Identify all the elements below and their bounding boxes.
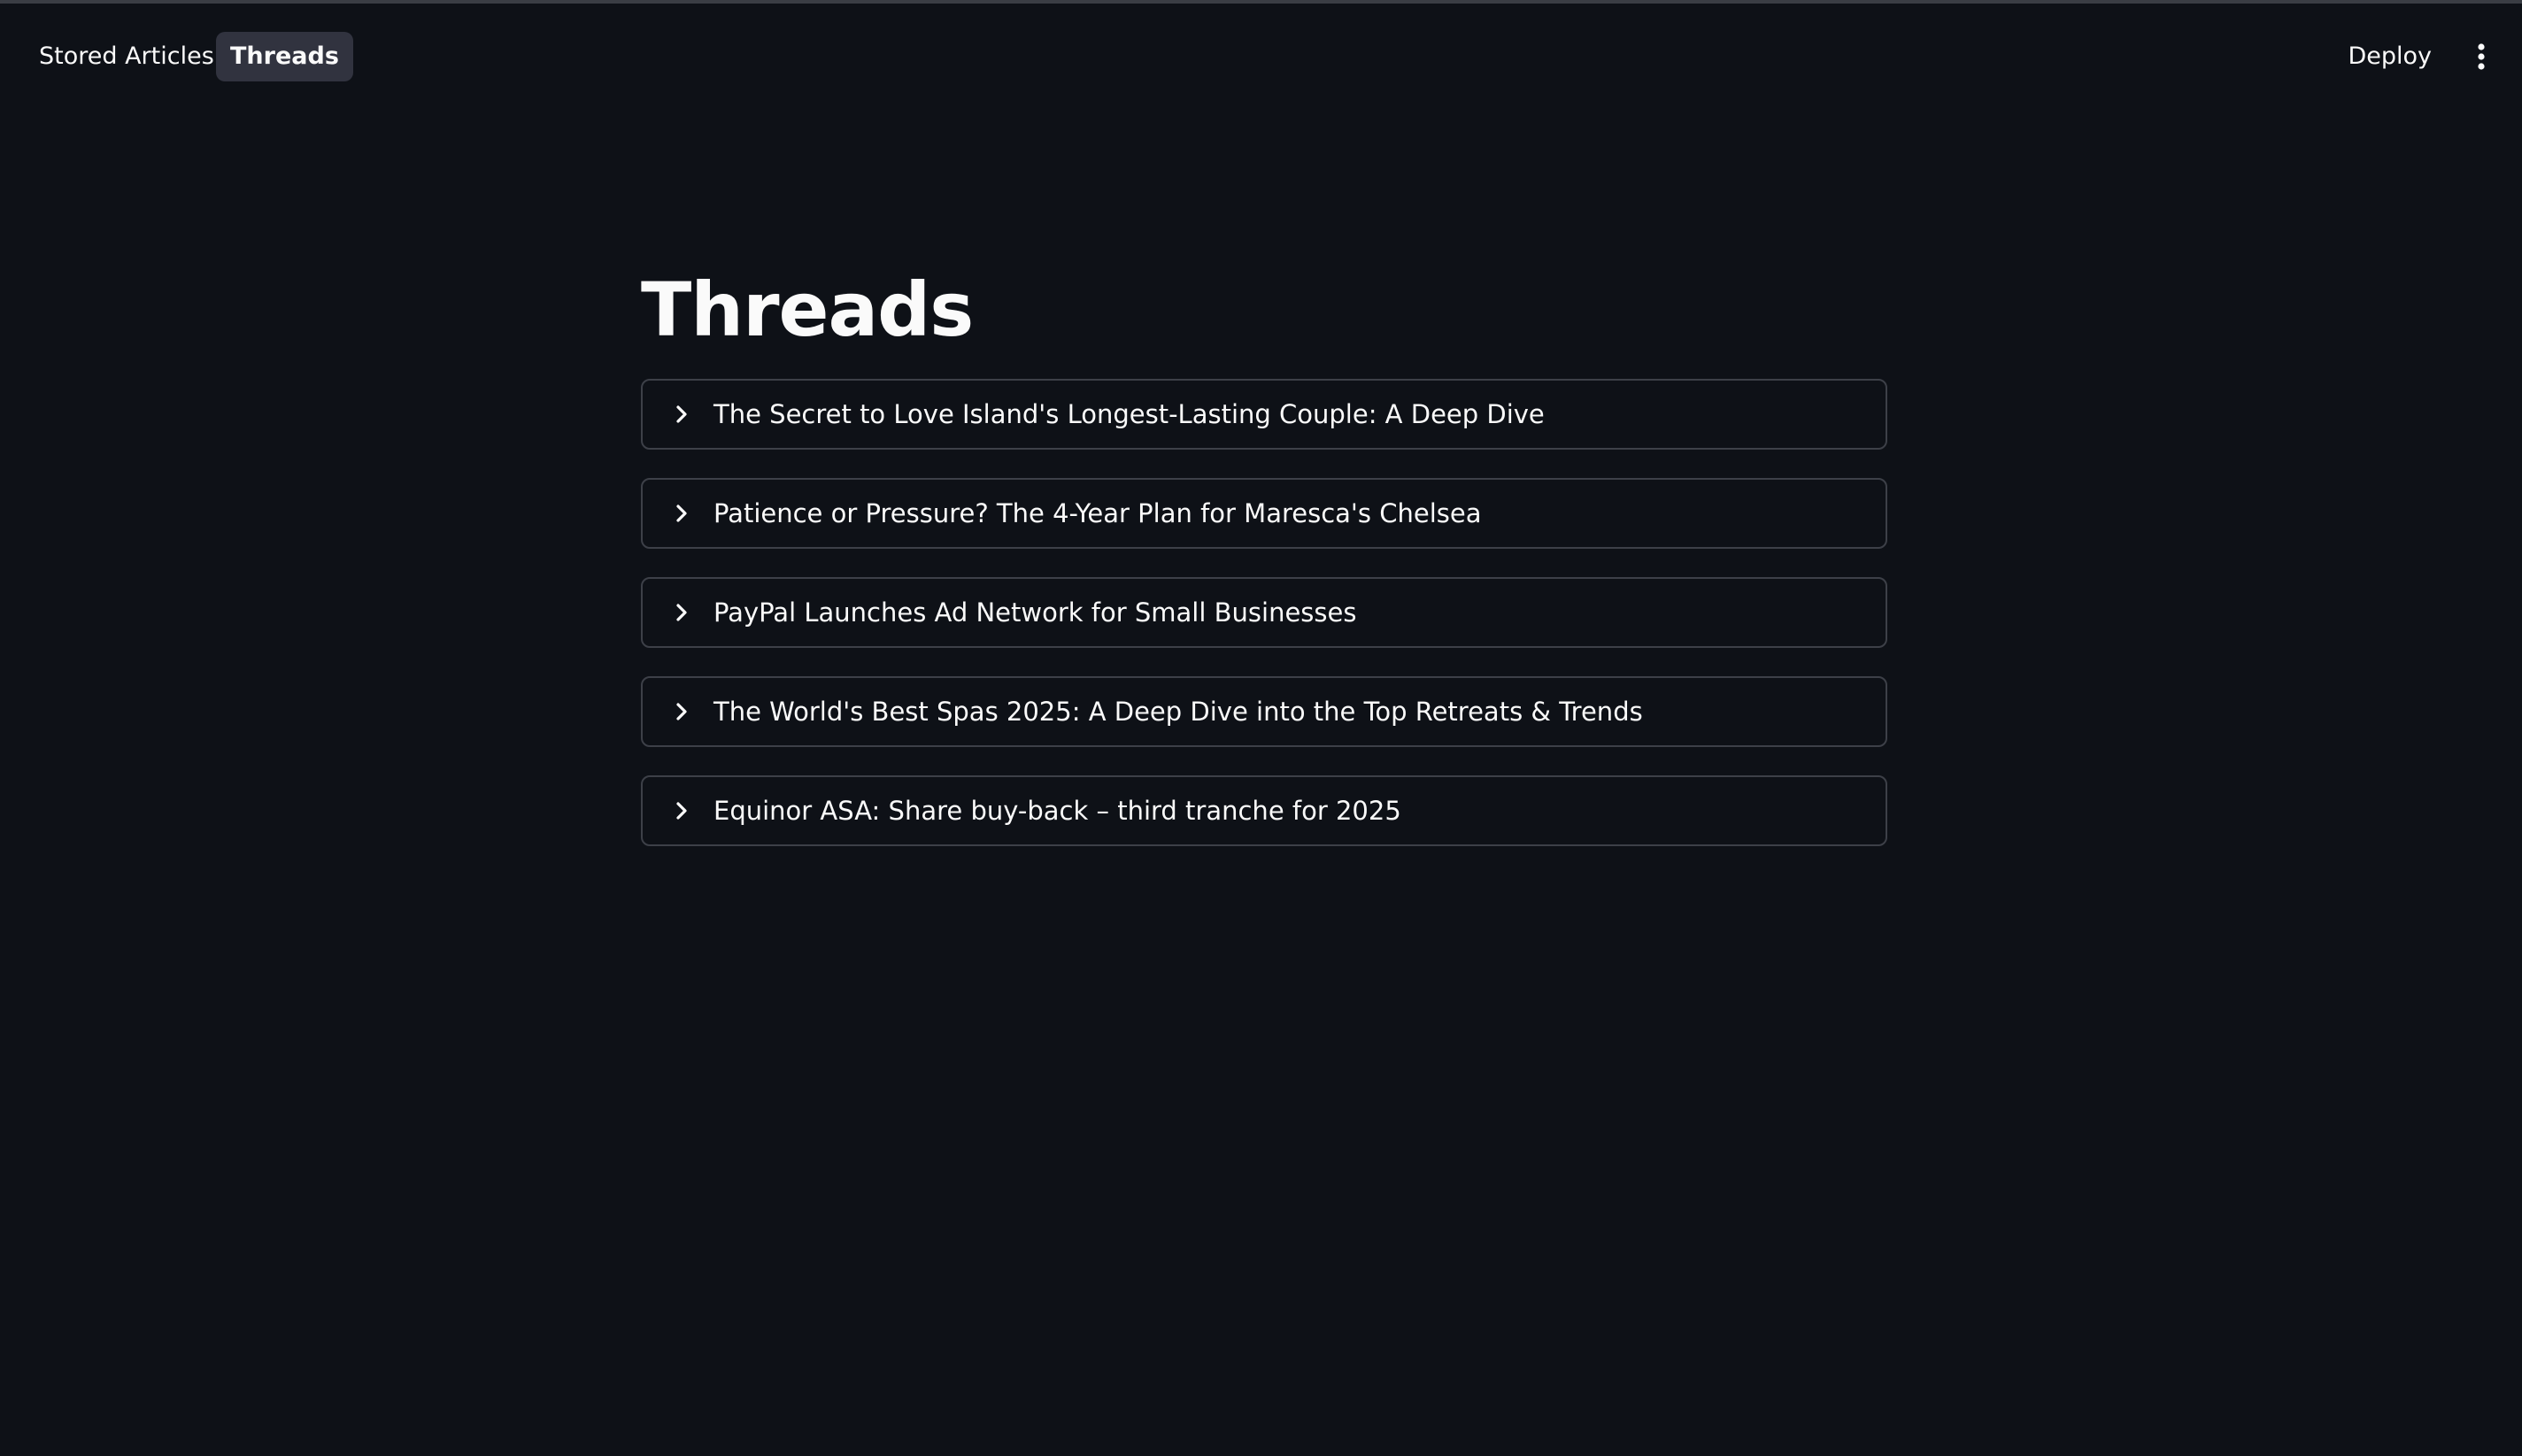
chevron-right-icon xyxy=(669,600,694,625)
chevron-right-icon xyxy=(669,798,694,823)
thread-expander[interactable]: The Secret to Love Island's Longest-Last… xyxy=(641,379,1887,450)
chevron-right-icon xyxy=(669,699,694,724)
thread-title: PayPal Launches Ad Network for Small Bus… xyxy=(713,597,1357,628)
app-header: Stored Articles Threads Deploy xyxy=(0,4,2522,110)
thread-title: Patience or Pressure? The 4-Year Plan fo… xyxy=(713,498,1482,528)
main-content: Threads The Secret to Love Island's Long… xyxy=(641,257,1887,874)
nav-threads[interactable]: Threads xyxy=(216,32,353,81)
thread-list: The Secret to Love Island's Longest-Last… xyxy=(641,379,1887,846)
thread-title: The World's Best Spas 2025: A Deep Dive … xyxy=(713,697,1643,727)
chevron-right-icon xyxy=(669,501,694,526)
thread-expander[interactable]: PayPal Launches Ad Network for Small Bus… xyxy=(641,577,1887,648)
thread-expander[interactable]: The World's Best Spas 2025: A Deep Dive … xyxy=(641,676,1887,747)
thread-expander[interactable]: Patience or Pressure? The 4-Year Plan fo… xyxy=(641,478,1887,549)
thread-title: Equinor ASA: Share buy-back – third tran… xyxy=(713,796,1401,826)
deploy-button[interactable]: Deploy xyxy=(2335,32,2444,81)
thread-title: The Secret to Love Island's Longest-Last… xyxy=(713,399,1545,429)
chevron-right-icon xyxy=(669,402,694,427)
nav-stored-articles[interactable]: Stored Articles xyxy=(25,32,228,81)
more-vertical-icon xyxy=(2462,37,2501,76)
main-menu-button[interactable] xyxy=(2462,37,2501,76)
page-title: Threads xyxy=(641,266,974,353)
thread-expander[interactable]: Equinor ASA: Share buy-back – third tran… xyxy=(641,775,1887,846)
